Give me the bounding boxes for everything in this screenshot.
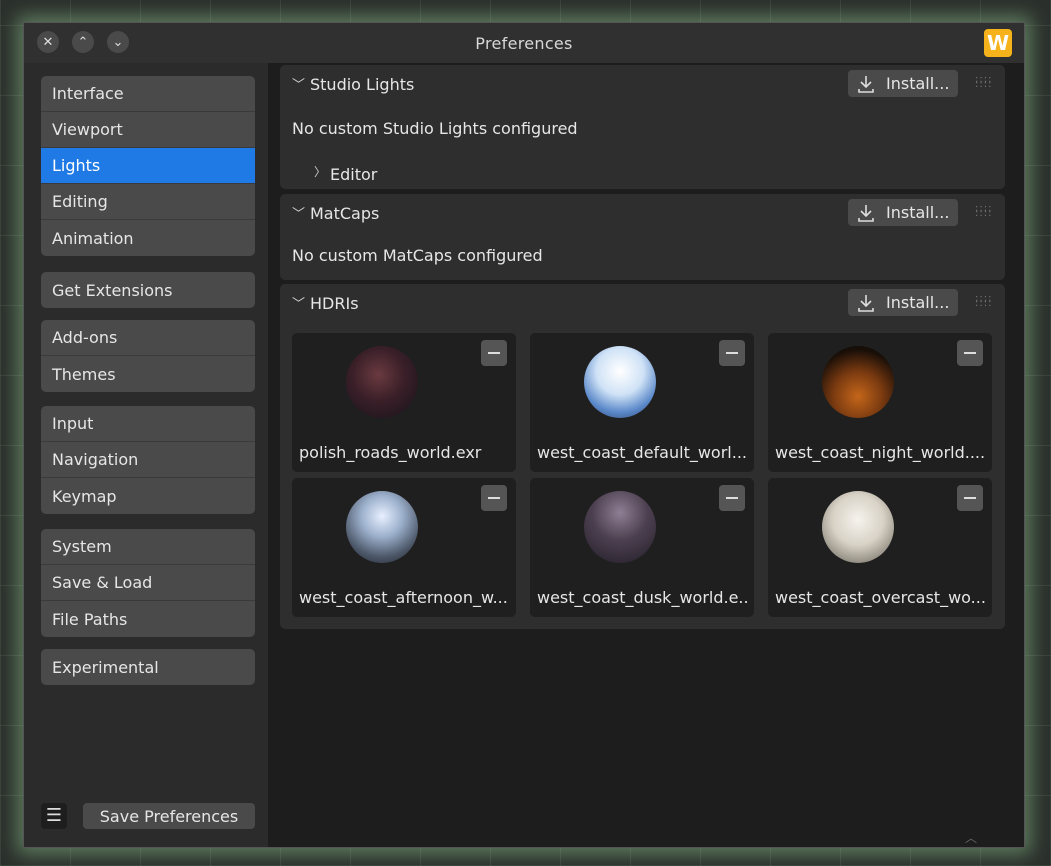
- sidebar-item-keymap[interactable]: Keymap: [41, 478, 255, 514]
- download-icon: [858, 75, 874, 93]
- sidebar-item-file-paths[interactable]: File Paths: [41, 601, 255, 637]
- hdri-filename: polish_roads_world.exr: [299, 443, 482, 462]
- minus-icon: [964, 497, 976, 499]
- sidebar-item-get-extensions[interactable]: Get Extensions: [41, 272, 255, 308]
- sidebar-item-input[interactable]: Input: [41, 406, 255, 442]
- hdri-filename: west_coast_dusk_world.e...: [537, 588, 747, 607]
- hdri-preview-sphere: [584, 346, 656, 418]
- hdri-preview-sphere: [822, 491, 894, 563]
- hdri-preview-sphere: [346, 491, 418, 563]
- scroll-up-icon[interactable]: ︿: [965, 829, 977, 846]
- nav-group: Input Navigation Keymap: [41, 406, 255, 514]
- remove-hdri-button[interactable]: [481, 485, 507, 511]
- sidebar-item-editing[interactable]: Editing: [41, 184, 255, 220]
- nav-group: Experimental: [41, 649, 255, 685]
- install-button[interactable]: Install...: [848, 70, 958, 97]
- hdris-header[interactable]: ﹀ HDRIs Install... ::::::::: [280, 284, 1005, 322]
- minus-icon: [726, 497, 738, 499]
- sidebar-item-navigation[interactable]: Navigation: [41, 442, 255, 478]
- hdri-preview-sphere: [346, 346, 418, 418]
- matcaps-panel: ﹀ MatCaps Install... :::::::: No custom …: [280, 194, 1005, 280]
- sidebar-item-viewport[interactable]: Viewport: [41, 112, 255, 148]
- hdri-card[interactable]: polish_roads_world.exr: [292, 333, 516, 472]
- studio-lights-header[interactable]: ﹀ Studio Lights Install... ::::::::: [280, 65, 1005, 103]
- hdri-card[interactable]: west_coast_default_worl...: [530, 333, 754, 472]
- install-button[interactable]: Install...: [848, 289, 958, 316]
- hdri-filename: west_coast_night_world....: [775, 443, 985, 462]
- remove-hdri-button[interactable]: [719, 485, 745, 511]
- sidebar-item-add-ons[interactable]: Add-ons: [41, 320, 255, 356]
- nav-group: Get Extensions: [41, 272, 255, 308]
- editor-subpanel-label[interactable]: Editor: [330, 165, 377, 184]
- minus-icon: [488, 497, 500, 499]
- sidebar-item-system[interactable]: System: [41, 529, 255, 565]
- nav-group: Interface Viewport Lights Editing Animation: [41, 76, 255, 256]
- hdri-card[interactable]: west_coast_overcast_wo...: [768, 478, 992, 617]
- hdri-filename: west_coast_default_worl...: [537, 443, 747, 462]
- sidebar-item-experimental[interactable]: Experimental: [41, 649, 255, 685]
- remove-hdri-button[interactable]: [957, 340, 983, 366]
- panel-title: Studio Lights: [310, 75, 415, 94]
- sidebar-item-save-load[interactable]: Save & Load: [41, 565, 255, 601]
- remove-hdri-button[interactable]: [957, 485, 983, 511]
- empty-message: No custom MatCaps configured: [292, 246, 543, 265]
- hdris-panel: ﹀ HDRIs Install... :::::::: polish_roads…: [280, 284, 1005, 629]
- chevron-down-icon: ﹀: [292, 297, 306, 312]
- drag-handle-icon[interactable]: ::::::::: [975, 75, 993, 90]
- install-button[interactable]: Install...: [848, 199, 958, 226]
- sidebar-item-animation[interactable]: Animation: [41, 220, 255, 256]
- preferences-window: ✕ ⌃ ⌄ Preferences W Interface Viewport Lig…: [23, 22, 1025, 848]
- studio-lights-panel: ﹀ Studio Lights Install... :::::::: No c…: [280, 65, 1005, 189]
- hdri-filename: west_coast_overcast_wo...: [775, 588, 985, 607]
- install-label: Install...: [886, 203, 950, 222]
- install-label: Install...: [886, 293, 950, 312]
- sidebar: Interface Viewport Lights Editing Animation G…: [24, 63, 268, 847]
- minus-icon: [726, 352, 738, 354]
- hamburger-icon: ☰: [45, 805, 63, 826]
- sidebar-item-interface[interactable]: Interface: [41, 76, 255, 112]
- chevron-right-icon[interactable]: 〉: [314, 163, 326, 180]
- panel-title: HDRIs: [310, 294, 359, 313]
- panel-title: MatCaps: [310, 204, 380, 223]
- app-logo: W: [984, 29, 1012, 57]
- minus-icon: [964, 352, 976, 354]
- sidebar-item-themes[interactable]: Themes: [41, 356, 255, 392]
- window-title: Preferences: [475, 34, 573, 53]
- nav-group: System Save & Load File Paths: [41, 529, 255, 637]
- hdri-preview-sphere: [584, 491, 656, 563]
- chevron-down-icon: ﹀: [292, 207, 306, 222]
- save-preferences-button[interactable]: Save Preferences: [83, 803, 255, 829]
- download-icon: [858, 294, 874, 312]
- chevron-down-icon: ﹀: [292, 78, 306, 93]
- drag-handle-icon[interactable]: ::::::::: [975, 204, 993, 219]
- drag-handle-icon[interactable]: ::::::::: [975, 294, 993, 309]
- sidebar-item-lights[interactable]: Lights: [41, 148, 255, 184]
- main-content: ﹀ Studio Lights Install... :::::::: No c…: [268, 63, 1024, 847]
- download-icon: [858, 204, 874, 222]
- hdri-card[interactable]: west_coast_afternoon_w...: [292, 478, 516, 617]
- matcaps-header[interactable]: ﹀ MatCaps Install... ::::::::: [280, 194, 1005, 232]
- install-label: Install...: [886, 74, 950, 93]
- menu-button[interactable]: ☰: [41, 803, 67, 829]
- minus-icon: [488, 352, 500, 354]
- hdri-filename: west_coast_afternoon_w...: [299, 588, 508, 607]
- nav-group: Add-ons Themes: [41, 320, 255, 392]
- remove-hdri-button[interactable]: [719, 340, 745, 366]
- empty-message: No custom Studio Lights configured: [292, 119, 578, 138]
- hdri-card[interactable]: west_coast_night_world....: [768, 333, 992, 472]
- hdri-preview-sphere: [822, 346, 894, 418]
- remove-hdri-button[interactable]: [481, 340, 507, 366]
- titlebar: ✕ ⌃ ⌄ Preferences W: [24, 23, 1024, 63]
- hdri-card[interactable]: west_coast_dusk_world.e...: [530, 478, 754, 617]
